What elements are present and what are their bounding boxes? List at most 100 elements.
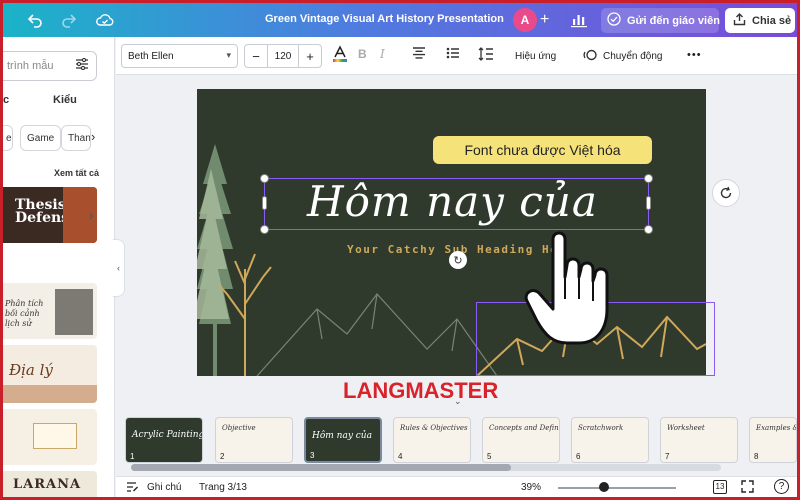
font-size-value[interactable]: 120 (267, 45, 299, 67)
page-thumbnail[interactable]: Examples & Illustr 8 (749, 417, 797, 463)
share-button[interactable]: Chia sẻ (725, 8, 795, 33)
increase-size-button[interactable]: + (299, 49, 321, 64)
font-family-value: Beth Ellen (128, 50, 174, 62)
check-circle-icon (607, 12, 621, 29)
template-title: Phân tích bối cảnh lịch sử (5, 299, 44, 328)
undo-icon[interactable] (25, 10, 45, 30)
font-size-stepper[interactable]: − 120 + (244, 44, 322, 68)
animate-button[interactable]: Chuyển động (603, 51, 663, 62)
refresh-icon[interactable] (712, 179, 740, 207)
panel-collapse-handle[interactable]: ‹ (113, 239, 125, 297)
line-spacing-icon[interactable] (478, 47, 494, 64)
page-thumbnail-active[interactable]: Hôm nay của 3 (304, 417, 382, 463)
redo-icon[interactable] (59, 10, 79, 30)
chevron-right-icon[interactable]: › (91, 129, 95, 144)
fullscreen-icon[interactable] (741, 480, 754, 496)
page-title: Examples & Illustr (756, 424, 796, 432)
see-all-link[interactable]: Xem tất cả (54, 168, 99, 178)
side-handle[interactable] (262, 196, 267, 210)
bulleted-list-icon[interactable] (446, 47, 460, 62)
italic-icon[interactable]: I (380, 47, 385, 61)
font-family-select[interactable]: Beth Ellen ▾ (121, 44, 238, 68)
page-thumbnail[interactable]: Objective 2 (215, 417, 293, 463)
zoom-level[interactable]: 39% (521, 482, 541, 493)
effects-button[interactable]: Hiệu ứng (515, 51, 556, 62)
notes-icon[interactable] (126, 481, 139, 496)
resize-handle[interactable] (644, 225, 653, 234)
page-number: 4 (398, 452, 403, 461)
template-title: LARANA (13, 477, 82, 492)
template-thumbnail[interactable]: Địa lý (3, 345, 97, 403)
bar-chart-icon[interactable] (566, 9, 592, 31)
panel-tab-left[interactable]: c (3, 94, 9, 106)
scrollbar-thumb[interactable] (131, 464, 511, 471)
more-options-icon[interactable]: ••• (687, 49, 702, 61)
template-art (33, 423, 77, 449)
page-title: Acrylic Painting (132, 430, 203, 440)
page-thumbnail[interactable]: Rules & Objectives 4 (393, 417, 471, 463)
page-title: Worksheet (667, 424, 705, 432)
page-title: Rules & Objectives (400, 424, 468, 432)
chevron-down-icon: ▾ (226, 50, 231, 60)
upload-icon (733, 12, 746, 29)
resize-handle[interactable] (260, 174, 269, 183)
template-thumbnail[interactable]: Thesis Defense (3, 187, 97, 243)
notes-button[interactable]: Ghi chú (147, 482, 181, 493)
page-number: 1 (130, 452, 135, 461)
page-number: 7 (665, 452, 670, 461)
watermark-logo: LANGMASTER (343, 378, 499, 403)
panel-tab-styles[interactable]: Kiểu (53, 94, 77, 106)
page-thumbnail[interactable]: Scratchwork 6 (571, 417, 649, 463)
zoom-slider-handle[interactable] (599, 482, 610, 492)
category-chip[interactable]: e (3, 125, 13, 151)
avatar[interactable]: A (513, 8, 537, 32)
page-title: Hôm nay của (312, 431, 372, 441)
text-selection-box[interactable] (264, 178, 649, 230)
top-bar: Green Vintage Visual Art History Present… (3, 3, 797, 37)
send-to-teacher-button[interactable]: Gửi đến giáo viên (601, 8, 720, 33)
send-to-teacher-label: Gửi đến giáo viên (627, 14, 720, 27)
resize-handle[interactable] (260, 225, 269, 234)
template-thumbnail[interactable]: Phân tích bối cảnh lịch sử (3, 283, 97, 339)
add-icon[interactable]: + (540, 11, 549, 29)
page-number: 5 (487, 452, 492, 461)
status-bar: Ghi chú Trang 3/13 39% 13 ? (116, 476, 797, 497)
filter-icon[interactable] (75, 57, 89, 73)
page-number: 2 (220, 452, 225, 461)
template-art (3, 385, 97, 403)
template-thumbnail[interactable]: LARANA (3, 471, 97, 497)
page-title: Scratchwork (578, 424, 624, 432)
page-thumbnail[interactable]: Concepts and Definitions 5 (482, 417, 560, 463)
decrease-size-button[interactable]: − (245, 49, 267, 64)
category-chip-game[interactable]: Game (20, 125, 62, 151)
template-thumbnail[interactable] (3, 409, 97, 465)
annotation-callout: Font chưa được Việt hóa (433, 136, 652, 164)
animation-icon[interactable] (583, 48, 597, 65)
page-thumbnail[interactable]: Worksheet 7 (660, 417, 738, 463)
page-number: 8 (754, 452, 759, 461)
template-photo (55, 289, 93, 335)
rotate-icon[interactable]: ↻ (449, 251, 467, 269)
help-icon[interactable]: ? (774, 479, 789, 494)
cloud-saved-icon[interactable] (95, 10, 115, 30)
page-thumbnail[interactable]: Acrylic Painting 1 (125, 417, 203, 463)
align-center-icon[interactable] (412, 47, 426, 62)
chevron-right-icon[interactable]: › (89, 207, 94, 223)
share-label: Chia sẻ (752, 14, 792, 27)
zoom-slider[interactable] (558, 487, 676, 489)
side-handle[interactable] (646, 196, 651, 210)
hand-pointer-icon (524, 231, 609, 345)
document-title[interactable]: Green Vintage Visual Art History Present… (265, 13, 504, 25)
editor-toolbar: Beth Ellen ▾ − 120 + B I Hiệu ứng Chuyển… (116, 37, 797, 75)
app-window: Green Vintage Visual Art History Present… (3, 3, 797, 497)
template-title: Địa lý (9, 361, 53, 379)
resize-handle[interactable] (644, 174, 653, 183)
page-title: Objective (222, 424, 256, 432)
page-strip-scrollbar[interactable] (131, 464, 721, 471)
page-grid-button[interactable]: 13 (713, 480, 727, 494)
text-color-icon[interactable] (332, 45, 348, 66)
bold-icon[interactable]: B (358, 47, 367, 61)
page-number: 3 (310, 451, 315, 460)
page-title: Concepts and Definitions (489, 424, 559, 432)
category-chip-thanh[interactable]: Thanh (61, 125, 91, 151)
